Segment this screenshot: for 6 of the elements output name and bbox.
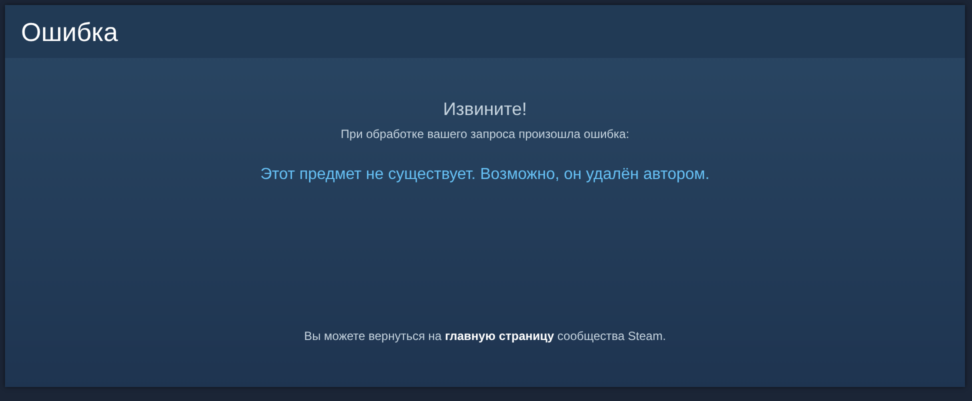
home-link[interactable]: главную страницу bbox=[444, 329, 554, 343]
page-title: Ошибка bbox=[21, 18, 118, 44]
footer-text: Вы можете вернуться на главную страницу сообщества Steam. bbox=[304, 328, 666, 345]
subheading: При обработке вашего запроса произошла ошибка: bbox=[340, 126, 630, 142]
error-message: Этот предмет не существует. Возможно, он удалён автором. bbox=[260, 164, 710, 184]
heading: Извините! bbox=[443, 98, 527, 120]
